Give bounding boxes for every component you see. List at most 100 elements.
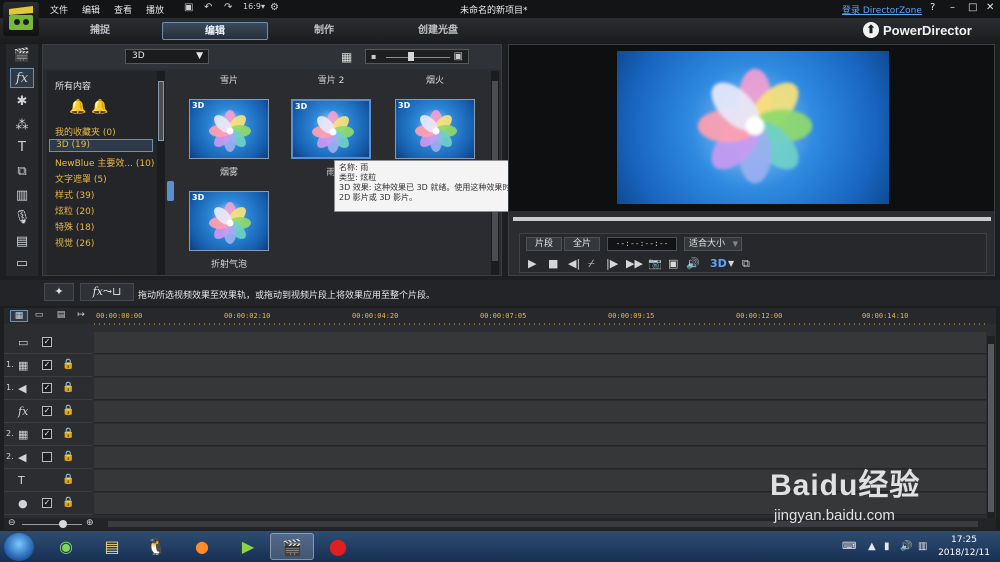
fit-size-dropdown[interactable]: 适合大小 ▼ (684, 237, 742, 251)
undo-icon[interactable]: ↶ (204, 2, 212, 13)
close-button[interactable]: ✕ (986, 2, 994, 13)
speaker-icon[interactable]: 🔊 (900, 541, 912, 552)
slider-knob[interactable] (408, 52, 414, 61)
360-browser-icon[interactable]: ◉ (44, 533, 88, 560)
media-room-icon[interactable]: 🎬 (10, 46, 34, 66)
thumbnail-size-slider[interactable]: ▪ ▣ (365, 49, 469, 64)
particle-room-icon[interactable]: ⁂ (10, 116, 34, 136)
fit-timeline-icon[interactable]: ↦ (72, 310, 90, 322)
track-enable-checkbox[interactable] (42, 452, 52, 462)
network-icon[interactable]: ▥ (918, 541, 927, 552)
minimize-button[interactable]: – (950, 2, 955, 13)
all-content-label[interactable]: 所有内容 (55, 79, 91, 92)
track-lane[interactable] (94, 424, 986, 446)
category-scrollbar[interactable] (157, 71, 165, 275)
tab-produce[interactable]: 制作 (288, 22, 360, 40)
storyboard-view-icon[interactable]: ▭ (30, 310, 48, 322)
3d-mode-button[interactable]: 3D (710, 257, 727, 270)
volume-icon[interactable]: 🔊 (686, 257, 700, 270)
clip-mode-button[interactable]: 片段 (526, 237, 562, 251)
zoom-knob[interactable] (59, 520, 67, 528)
lock-icon[interactable]: 🔒 (62, 451, 74, 462)
track-lane[interactable] (94, 401, 986, 423)
category-text-mask[interactable]: 文字遮罩 (5) (55, 172, 107, 185)
voiceover-room-icon[interactable]: 🎙 (10, 208, 34, 228)
track-lane[interactable] (94, 332, 986, 354)
undock-icon[interactable]: ⧉ (742, 257, 750, 271)
save-icon[interactable]: ▣ (184, 2, 193, 13)
gear-icon[interactable]: ⚙ (270, 2, 279, 13)
title-room-icon[interactable]: T (10, 138, 34, 158)
apply-fx-button[interactable]: fx⤳⊔ (80, 283, 134, 301)
system-clock[interactable]: 17:25 2018/12/11 (938, 534, 990, 560)
magic-wand-button[interactable]: ✦ (44, 283, 74, 301)
snapshot-icon[interactable]: 📷 (648, 257, 662, 270)
category-style[interactable]: 样式 (39) (55, 188, 94, 201)
fast-forward-icon[interactable]: ▶▶ (626, 257, 643, 270)
qq-icon[interactable]: 🐧 (134, 533, 178, 560)
audio-mix-room-icon[interactable]: ▥ (10, 186, 34, 206)
movie-mode-button[interactable]: 全片 (564, 237, 600, 251)
menu-view[interactable]: 查看 (114, 3, 132, 16)
tab-create-disc[interactable]: 创建光盘 (398, 22, 478, 40)
lock-icon[interactable]: 🔒 (62, 428, 74, 439)
track-enable-checkbox[interactable]: ✓ (42, 360, 52, 370)
transition-room-icon[interactable]: ⧉ (10, 162, 34, 182)
file-explorer-icon[interactable]: ▤ (90, 533, 134, 560)
category-visual[interactable]: 视觉 (26) (55, 236, 94, 249)
category-filter-dropdown[interactable]: 3D ▼ (125, 49, 209, 64)
menu-play[interactable]: 播放 (146, 3, 164, 16)
zoom-out-icon[interactable]: ⊖ (8, 518, 16, 528)
aspect-ratio-icon[interactable]: 16:9▾ (243, 2, 265, 11)
tab-capture[interactable]: 捕捉 (60, 22, 140, 40)
play-icon[interactable]: ▶ (528, 257, 536, 270)
fx-room-icon[interactable]: fx (10, 68, 34, 88)
track-enable-checkbox[interactable]: ✓ (42, 498, 52, 508)
preview-seek-bar[interactable] (513, 217, 991, 221)
firefox-icon[interactable]: ● (180, 533, 224, 560)
category-favorites[interactable]: 我的收藏夹 (0) (55, 125, 116, 138)
powerdirector-task-icon[interactable]: 🎬 (270, 533, 314, 560)
lock-icon[interactable]: 🔒 (62, 359, 74, 370)
screen-recorder-icon[interactable]: ⬤ (316, 533, 360, 560)
lock-icon[interactable]: 🔒 (62, 382, 74, 393)
maximize-button[interactable]: □ (968, 2, 977, 13)
menu-edit[interactable]: 编辑 (82, 3, 100, 16)
lock-icon[interactable]: 🔒 (62, 474, 74, 485)
track-lane[interactable] (94, 355, 986, 377)
timeline-view-icon[interactable]: ▦ (10, 310, 28, 322)
track-enable-checkbox[interactable]: ✓ (42, 406, 52, 416)
category-newblue[interactable]: NewBlue 主要效... (10) (55, 156, 154, 169)
stop-icon[interactable]: ■ (548, 257, 558, 270)
subtitle-room-icon[interactable]: ▭ (10, 254, 34, 274)
previous-frame-icon[interactable]: ◀| (568, 257, 580, 270)
login-directorzone-link[interactable]: 登录 DirectorZone (842, 3, 922, 16)
track-enable-checkbox[interactable]: ✓ (42, 429, 52, 439)
track-enable-checkbox[interactable]: ✓ (42, 337, 52, 347)
grid-view-icon[interactable]: ▦ (341, 50, 352, 64)
track-lane[interactable] (94, 378, 986, 400)
start-button[interactable] (4, 533, 34, 561)
chevron-down-icon[interactable]: ▼ (728, 259, 734, 268)
menu-file[interactable]: 文件 (50, 3, 68, 16)
zoom-in-icon[interactable]: ⊕ (86, 518, 94, 528)
category-particle[interactable]: 炫粒 (20) (55, 204, 94, 217)
zoom-slider[interactable] (22, 524, 82, 525)
keyboard-icon[interactable]: ⌨ (842, 541, 856, 552)
upgrade-icon[interactable]: ⬆ (863, 22, 879, 38)
add-tag-icon[interactable]: 🔔 (69, 99, 86, 115)
lock-icon[interactable]: 🔒 (62, 497, 74, 508)
category-special[interactable]: 特殊 (18) (55, 220, 94, 233)
pip-room-icon[interactable]: ✱ (10, 92, 34, 112)
tab-edit[interactable]: 编辑 (162, 22, 268, 40)
track-manager-icon[interactable]: ▤ (52, 310, 70, 322)
track-enable-checkbox[interactable]: ✓ (42, 383, 52, 393)
split-icon[interactable]: ⌿ (588, 257, 595, 271)
effect-thumb-rain[interactable]: 3D (291, 99, 371, 159)
dvd-preview-icon[interactable]: ▣ (668, 257, 678, 270)
collapse-panel-handle[interactable] (167, 181, 174, 201)
remove-tag-icon[interactable]: 🔔 (91, 99, 108, 115)
effect-thumb-bubbles[interactable]: 3D (189, 191, 269, 251)
chapter-room-icon[interactable]: ▤ (10, 232, 34, 252)
category-3d[interactable]: 3D (19) (49, 139, 153, 152)
